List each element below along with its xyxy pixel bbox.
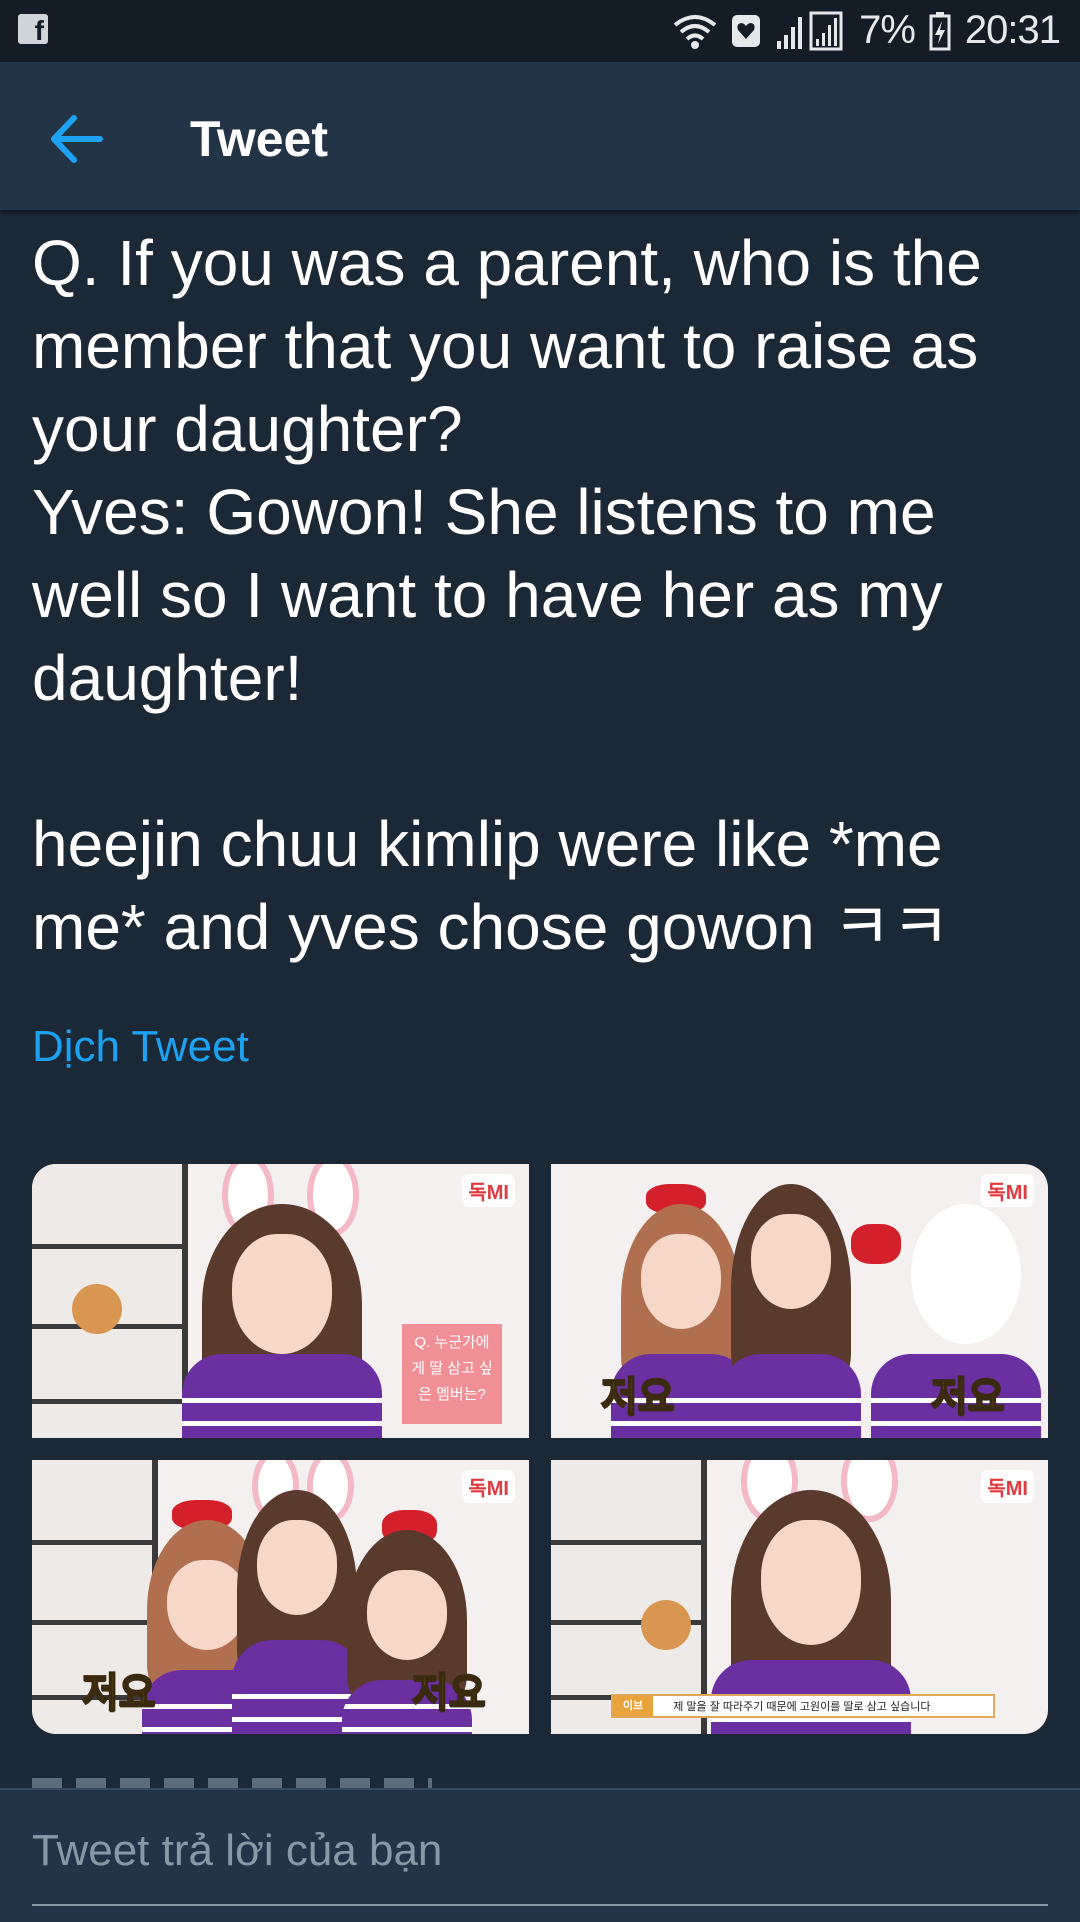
- reply-input-underline: [32, 1904, 1048, 1906]
- tweet-text: Q. If you was a parent, who is the membe…: [32, 227, 982, 963]
- show-logo: 독MI: [462, 1470, 515, 1503]
- overlay-text-left: 저요: [81, 1670, 157, 1716]
- heart-notification-icon: [731, 14, 761, 48]
- question-sign: Q. 누군가에게 딸 삼고 싶은 멤버는?: [402, 1324, 502, 1424]
- clock: 20:31: [964, 8, 1061, 52]
- status-bar: f 7% 20:31: [0, 0, 1080, 62]
- plush-toy: [641, 1600, 691, 1650]
- translate-tweet-link[interactable]: Dịch Tweet: [32, 1022, 249, 1072]
- battery-percent: 7%: [859, 8, 916, 52]
- overlay-text-right: 저요: [930, 1374, 1006, 1420]
- media-image-2[interactable]: 저요 저요 독MI: [551, 1164, 1048, 1438]
- media-image-3[interactable]: 저요 저요 독MI: [32, 1460, 529, 1734]
- signal-icon: [775, 11, 845, 51]
- person: [182, 1164, 382, 1438]
- show-logo: 독MI: [981, 1174, 1034, 1207]
- back-arrow-icon[interactable]: [48, 114, 104, 164]
- tweet-media-grid: Q. 누군가에게 딸 삼고 싶은 멤버는? 독MI 저요 저요 독MI 저요 저…: [32, 1164, 1048, 1734]
- overlay-text-right: 저요: [411, 1670, 487, 1716]
- person: [701, 1460, 921, 1734]
- subtitle-text: 제 말을 잘 따라주기 때문에 고원이를 딸로 삼고 싶습니다: [673, 1701, 931, 1713]
- subtitle-speaker: 이브: [613, 1696, 654, 1716]
- background-shelf: [551, 1460, 707, 1734]
- page-title: Tweet: [190, 111, 328, 167]
- show-logo: 독MI: [981, 1470, 1034, 1503]
- media-image-1[interactable]: Q. 누군가에게 딸 삼고 싶은 멤버는? 독MI: [32, 1164, 529, 1438]
- wifi-icon: [673, 11, 717, 51]
- plush-toy: [72, 1284, 122, 1334]
- facebook-notification-icon: f: [18, 14, 48, 44]
- subtitle-bar: 이브 제 말을 잘 따라주기 때문에 고원이를 딸로 삼고 싶습니다: [611, 1694, 995, 1718]
- media-image-4[interactable]: 이브 제 말을 잘 따라주기 때문에 고원이를 딸로 삼고 싶습니다 독MI: [551, 1460, 1048, 1734]
- reply-bar: Tweet trả lời của bạn: [0, 1788, 1080, 1922]
- overlay-text-left: 저요: [600, 1374, 676, 1420]
- person: [721, 1174, 861, 1438]
- app-toolbar: Tweet: [0, 62, 1080, 210]
- reply-input[interactable]: Tweet trả lời của bạn: [32, 1826, 442, 1876]
- battery-charging-icon: [929, 11, 951, 51]
- show-logo: 독MI: [462, 1174, 515, 1207]
